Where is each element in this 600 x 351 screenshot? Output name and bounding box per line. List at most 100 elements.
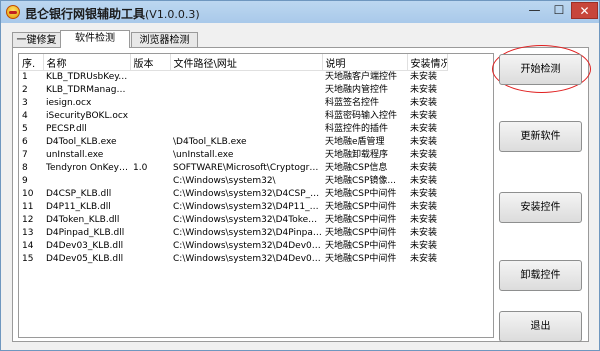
cell-description: 天地融客户端控件 [325,72,398,82]
tab-software-check[interactable]: 软件检测 [60,30,130,48]
cell-status: 未安装 [410,98,438,108]
cell-version [130,71,170,85]
maximize-button[interactable]: ☐ [547,2,571,19]
cell-path: C:\Windows\system32\D4Dev05_KLB... [173,254,322,264]
table-body: 1 KLB_TDRUsbKey.dll 天地融客户端控件 未安装 2 KLB_TDRMan… [19,71,447,267]
install-controls-button[interactable]: 安装控件 [499,192,582,223]
cell-index: 11 [22,202,34,212]
cell-name: iSecurityBOKL.ocx [46,111,129,121]
cell-index: 7 [22,150,28,160]
minimize-button[interactable]: — [522,2,547,19]
software-list[interactable]: 序. 名称 版本 文件路径\网址 说明 安装情况 1 KLB_TDRUsbKey.… [18,53,494,338]
table-row[interactable]: 10 D4CSP_KLB.dll C:\Windows\system32\D4CSP… [19,188,447,201]
cell-name: KLB_TDRUsbKey.dll [46,72,130,82]
window-title: 昆仑银行网银辅助工具(V1.0.0.3) [25,5,200,22]
cell-version [130,136,170,149]
cell-status: 未安装 [410,85,438,95]
cell-version [130,97,170,110]
cell-description: 天地融卸载程序 [325,150,389,160]
cell-index: 9 [22,176,28,186]
table-row[interactable]: 15 D4Dev05_KLB.dll C:\Windows\system32\D4D… [19,253,447,266]
cell-version [130,110,170,123]
update-software-button[interactable]: 更新软件 [499,121,582,152]
cell-version [130,227,170,240]
cell-description: 科蓝密码输入控件 [325,111,398,121]
column-header-index[interactable]: 序. [19,54,44,71]
table-row[interactable]: 14 D4Dev03_KLB.dll C:\Windows\system32\D4D… [19,240,447,253]
cell-status: 未安装 [410,176,438,186]
cell-name: unInstall.exe [46,150,104,160]
title-bar[interactable]: 昆仑银行网银辅助工具(V1.0.0.3) — ☐ ✕ [1,1,599,23]
cell-status: 未安装 [410,72,438,82]
table-row[interactable]: 1 KLB_TDRUsbKey.dll 天地融客户端控件 未安装 [19,71,447,85]
cell-index: 8 [22,163,28,173]
cell-description: 天地融CSP中间件 [325,189,397,199]
cell-path: C:\Windows\system32\D4Token_KL... [173,215,322,225]
cell-path: SOFTWARE\Microsoft\Cryptography... [173,163,322,173]
cell-description: 天地融CSP中间件 [325,215,397,225]
table-row[interactable]: 9 C:\Windows\system32\ 天地融CSP镜像... 未安装 [19,175,447,188]
cell-status: 未安装 [410,202,438,212]
cell-index: 4 [22,111,28,121]
table-row[interactable]: 12 D4Token_KLB.dll C:\Windows\system32\D4T… [19,214,447,227]
cell-description: 科蓝控件的插件 [325,124,389,134]
table-row[interactable]: 11 D4P11_KLB.dll C:\Windows\system32\D4P11… [19,201,447,214]
cell-path [170,71,322,85]
column-header-name[interactable]: 名称 [43,54,131,71]
cell-path: C:\Windows\system32\D4Dev03_KLB... [173,241,322,251]
cell-name: D4Tool_KLB.exe [46,137,117,147]
cell-path [170,84,322,97]
cell-status: 未安装 [410,241,438,251]
cell-version [130,240,170,253]
table-row[interactable]: 13 D4Pinpad_KLB.dll C:\Windows\system32\D4… [19,227,447,240]
cell-path [170,110,322,123]
column-header-path[interactable]: 文件路径\网址 [170,54,323,71]
cell-index: 14 [22,241,34,251]
close-button[interactable]: ✕ [571,2,598,19]
cell-index: 6 [22,137,28,147]
cell-name: D4CSP_KLB.dll [46,189,112,199]
cell-index: 1 [22,72,28,82]
window-title-text: 昆仑银行网银辅助工具 [25,7,146,21]
cell-status: 未安装 [410,137,438,147]
tab-one-click-repair[interactable]: 一键修复 [12,32,61,47]
table-row[interactable]: 6 D4Tool_KLB.exe \D4Tool_KLB.exe 天地融e盾管理 未安装 [19,136,447,149]
cell-index: 10 [22,189,34,199]
column-header-description[interactable]: 说明 [322,54,408,71]
cell-version: 1.0 [133,163,148,173]
table-row[interactable]: 3 iesign.ocx 科蓝签名控件 未安装 [19,97,447,110]
cell-index: 13 [22,228,34,238]
cell-status: 未安装 [410,228,438,238]
cell-index: 12 [22,215,34,225]
cell-description: 天地融CSP镜像... [325,176,397,186]
table-row[interactable]: 7 unInstall.exe \unInstall.exe 天地融卸载程序 未安装 [19,149,447,162]
cell-index: 5 [22,124,28,134]
cell-path: \D4Tool_KLB.exe [173,137,247,147]
cell-version [130,149,170,162]
column-header-version[interactable]: 版本 [130,54,171,71]
cell-description: 天地融内管控件 [325,85,389,95]
uninstall-controls-button[interactable]: 卸载控件 [499,260,582,291]
tab-browser-check[interactable]: 浏览器检测 [131,32,198,47]
table-row[interactable]: 4 iSecurityBOKL.ocx 科蓝密码输入控件 未安装 [19,110,447,123]
cell-status: 未安装 [410,150,438,160]
cell-version [130,123,170,136]
table-row[interactable]: 2 KLB_TDRManage.dll 天地融内管控件 未安装 [19,84,447,97]
cell-status: 未安装 [410,215,438,225]
table-row[interactable]: 5 PECSP.dll 科蓝控件的插件 未安装 [19,123,447,136]
exit-button[interactable]: 退出 [499,311,582,342]
cell-description: 天地融CSP信息 [325,163,388,173]
cell-description: 天地融CSP中间件 [325,241,397,251]
cell-description: 科蓝签名控件 [325,98,380,108]
cell-status: 未安装 [410,163,438,173]
cell-index: 2 [22,85,28,95]
start-check-button[interactable]: 开始检测 [499,54,582,85]
table-row[interactable]: 8 Tendyron OnKey ... 1.0 SOFTWARE\Microsoft… [19,162,447,175]
cell-status: 未安装 [410,189,438,199]
cell-description: 天地融CSP中间件 [325,228,397,238]
software-table: 序. 名称 版本 文件路径\网址 说明 安装情况 1 KLB_TDRUsbKey.… [19,54,448,266]
column-header-status[interactable]: 安装情况 [407,54,448,71]
table-header-row: 序. 名称 版本 文件路径\网址 说明 安装情况 [19,54,448,71]
cell-path: C:\Windows\system32\D4Pinpad_KL... [173,228,322,238]
cell-name: D4Pinpad_KLB.dll [46,228,125,238]
